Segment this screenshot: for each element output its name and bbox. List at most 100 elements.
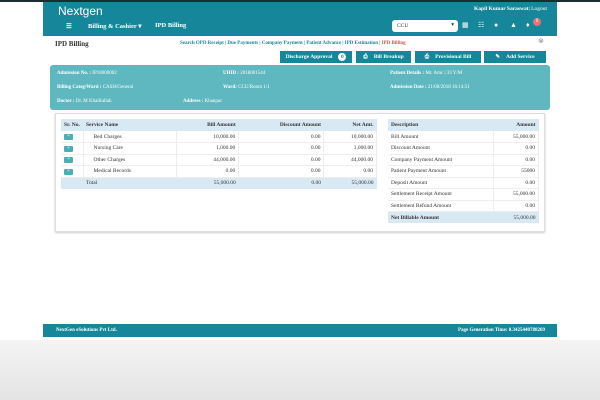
summary-table: Description Amount Bill Amount 55,000.00 Di… bbox=[388, 119, 540, 223]
amount: 0.00 bbox=[493, 154, 540, 166]
sr-cell: + bbox=[61, 131, 84, 143]
sr-cell: + bbox=[61, 142, 84, 155]
bill-breakup-label: Bill Breakup bbox=[373, 54, 404, 60]
bill-amount: 44,000.00 bbox=[176, 154, 240, 166]
net-amount: 10,000.00 bbox=[323, 131, 377, 143]
service-name: Medical Records bbox=[83, 165, 177, 178]
menu-ipd-billing[interactable]: IPD Billing bbox=[155, 22, 186, 29]
link-ipd-billing[interactable]: IPD Billing bbox=[382, 41, 406, 46]
total-bill: 55,000.00 bbox=[176, 177, 239, 189]
ward-select-value: CCU bbox=[397, 23, 409, 29]
summary-row: Company Payment Amount 0.00 bbox=[388, 154, 540, 166]
chevron-down-icon: ▾ bbox=[451, 22, 454, 28]
total-net: 55,000.00 bbox=[323, 177, 377, 189]
col-net-amount: Net Amt. bbox=[323, 119, 377, 131]
summary-row: Discount Amount 0.00 bbox=[388, 142, 540, 155]
app-header: Nextgen Kapil Kumar Saraswat| Logout ☰ B… bbox=[43, 2, 557, 36]
print-icon: ⎙ bbox=[424, 53, 430, 60]
list-icon[interactable]: ☷ bbox=[478, 21, 484, 29]
net-amount: 0.00 bbox=[323, 165, 377, 178]
total-row: Total 55,000.00 0.00 55,000.00 bbox=[61, 177, 377, 189]
description: Bill Amount bbox=[388, 131, 494, 143]
bell-icon[interactable]: ♦ bbox=[526, 21, 530, 29]
bill-amount: 10,000.00 bbox=[176, 131, 240, 143]
link-company-payment[interactable]: Company Payment bbox=[262, 41, 303, 46]
col-discount-amount: Discount Amount bbox=[238, 119, 324, 131]
amount: 55,000.00 bbox=[493, 131, 540, 143]
expand-icon[interactable]: + bbox=[64, 168, 73, 175]
print-icon: ⎙ bbox=[363, 53, 368, 60]
description: Settlement Receipt Amount bbox=[388, 188, 494, 201]
patient-details: Patient Details : Mr. Amc | 33 Y/M bbox=[390, 71, 463, 76]
link-search-opd-receipt[interactable]: Search OPD Receipt bbox=[180, 41, 224, 46]
add-service-label: Add Service bbox=[506, 54, 535, 60]
close-icon[interactable]: ⊗ bbox=[538, 37, 544, 45]
grid-icon[interactable]: ▦ bbox=[462, 21, 469, 29]
summary-row: Bill Amount 55,000.00 bbox=[388, 131, 540, 143]
discount-amount: 0.00 bbox=[238, 165, 325, 178]
link-due-payments[interactable]: Due Payments bbox=[227, 41, 258, 46]
net-amount: 44,000.00 bbox=[323, 154, 377, 166]
table-row: + Bed Charges 10,000.00 0.00 10,000.00 bbox=[61, 131, 377, 143]
footer-company: NextGen eSolutions Pvt Ltd. bbox=[56, 328, 117, 333]
bill-breakup-button[interactable]: ⎙ Bill Breakup bbox=[356, 51, 411, 63]
description: Company Payment Amount bbox=[388, 154, 494, 166]
bill-amount: 1,000.00 bbox=[176, 142, 240, 155]
provisional-bill-label: Provisional Bill bbox=[435, 54, 472, 60]
net-billable-amount: 55,000.00 bbox=[493, 211, 539, 223]
logo: Nextgen bbox=[58, 4, 103, 18]
services-table: Sr. No. Service Name Bill Amount Discount A… bbox=[61, 119, 377, 189]
lock-icon[interactable]: ▲ bbox=[510, 21, 517, 29]
add-service-button[interactable]: ✎ Add Service bbox=[484, 51, 546, 63]
discount-amount: 0.00 bbox=[238, 154, 325, 166]
service-name: Bed Charges bbox=[83, 131, 177, 143]
col-service-name: Service Name bbox=[83, 119, 177, 131]
footer: NextGen eSolutions Pvt Ltd. Page Generat… bbox=[43, 324, 557, 337]
discount-amount: 0.00 bbox=[238, 131, 325, 143]
expand-icon[interactable]: + bbox=[64, 145, 73, 152]
provisional-bill-button[interactable]: ⎙ Provisional Bill bbox=[415, 51, 481, 63]
bill-amount: 0.00 bbox=[176, 165, 240, 178]
sr-cell: + bbox=[61, 154, 84, 166]
table-row: + Medical Records 0.00 0.00 0.00 bbox=[61, 165, 377, 178]
summary-row: Settlement Receipt Amount 55,000.00 bbox=[388, 188, 540, 201]
amount: 55000 bbox=[493, 165, 540, 178]
amount: 0.00 bbox=[493, 200, 540, 212]
service-name: Other Charges bbox=[83, 154, 177, 166]
page-generation-time: Page Generation Time: 0.3425440788269 bbox=[457, 328, 545, 333]
net-amount: 1,000.00 bbox=[323, 142, 377, 155]
discharge-label: Discharge Approval bbox=[285, 54, 333, 60]
description: Settlement Refund Amount bbox=[388, 200, 494, 212]
col-description: Description bbox=[388, 119, 494, 131]
total-discount: 0.00 bbox=[238, 177, 324, 189]
expand-icon[interactable]: + bbox=[64, 157, 73, 164]
total-label: Total bbox=[83, 177, 177, 189]
address: Address : Khanpur bbox=[183, 99, 223, 104]
table-row: + Other Charges 44,000.00 0.00 44,000.00 bbox=[61, 154, 377, 166]
amount: 0.00 bbox=[493, 177, 540, 189]
net-billable-row: Net Billable Amount 55,000.00 bbox=[388, 211, 539, 223]
discount-amount: 0.00 bbox=[238, 142, 325, 155]
uhid: UHID : 2018001544 bbox=[223, 71, 266, 76]
info-icon[interactable]: ● bbox=[494, 21, 498, 29]
menu-billing-cashier[interactable]: Billing & Cashier ▾ bbox=[88, 22, 142, 30]
description: Discount Amount bbox=[388, 142, 494, 155]
link-patient-advance[interactable]: Patient Advance bbox=[306, 41, 341, 46]
expand-icon[interactable]: + bbox=[64, 134, 73, 140]
sr-cell: + bbox=[61, 165, 84, 178]
page-background bbox=[0, 340, 600, 400]
user-name[interactable]: Kapil Kumar Saraswat bbox=[474, 6, 529, 12]
description: Patient Payment Amount bbox=[388, 165, 494, 178]
pencil-icon: ✎ bbox=[495, 54, 501, 60]
ward-select[interactable]: CCU ▾ bbox=[392, 20, 458, 32]
col-amount: Amount bbox=[493, 119, 539, 131]
quick-links: Search OPD Receipt | Due Payments | Comp… bbox=[180, 41, 406, 46]
discharge-approval-button[interactable]: Discharge Approval 0 bbox=[280, 51, 352, 63]
link-ipd-estimation[interactable]: IPD Estimation bbox=[345, 41, 378, 46]
table-row: + Nursing Care 1,000.00 0.00 1,000.00 bbox=[61, 142, 377, 155]
logout-link[interactable]: | Logout bbox=[529, 6, 547, 12]
ward: Ward: CCU/Room 1/1 bbox=[223, 85, 270, 90]
hamburger-icon[interactable]: ☰ bbox=[66, 22, 72, 30]
doctor: Doctor : Dr. M Khalilullah bbox=[57, 99, 112, 104]
page-title: IPD Billing bbox=[55, 40, 89, 48]
